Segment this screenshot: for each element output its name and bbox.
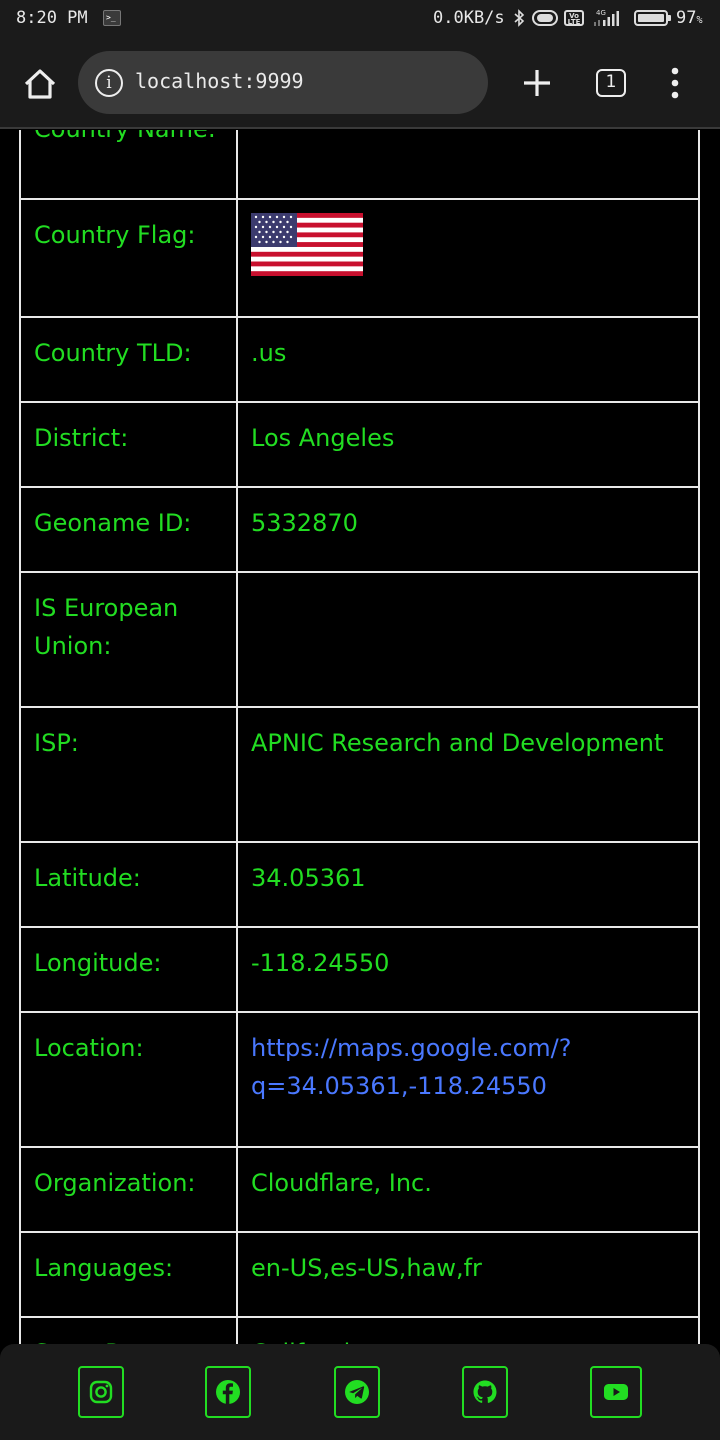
row-value: Los Angeles — [236, 401, 700, 488]
row-value: -118.24550 — [236, 926, 700, 1013]
table-row: Longitude: -118.24550 — [19, 926, 700, 1013]
row-value: en-US,es-US,haw,fr — [236, 1231, 700, 1318]
address-bar[interactable]: i localhost:9999 — [78, 51, 488, 114]
status-time: 8:20 PM — [16, 8, 88, 28]
network-type-label: 4G — [596, 9, 606, 17]
row-label: Latitude: — [19, 841, 238, 928]
row-value: https://maps.google.com/?q=34.05361,-118… — [236, 1011, 700, 1148]
row-value — [236, 130, 700, 200]
row-label: Languages: — [19, 1231, 238, 1318]
table-row: ISP: APNIC Research and Development — [19, 706, 700, 843]
row-value: APNIC Research and Development — [236, 706, 700, 843]
row-label: Country TLD: — [19, 316, 238, 403]
row-label: IS European Union: — [19, 571, 238, 708]
youtube-button[interactable] — [590, 1366, 642, 1418]
info-icon[interactable]: i — [95, 69, 123, 97]
network-speed: 0.0KB/s — [433, 8, 505, 28]
table-row: Country Flag: — [19, 198, 700, 318]
bluetooth-icon — [514, 9, 525, 27]
data-saver-icon — [532, 10, 558, 26]
us-flag-image — [251, 213, 363, 276]
tab-switcher-button[interactable]: 1 — [596, 69, 626, 97]
table-row: Location: https://maps.google.com/?q=34.… — [19, 1011, 700, 1148]
google-maps-link[interactable]: https://maps.google.com/?q=34.05361,-118… — [251, 1034, 571, 1100]
telegram-button[interactable] — [334, 1366, 380, 1418]
row-label: Geoname ID: — [19, 486, 238, 573]
row-label: Organization: — [19, 1146, 238, 1233]
table-row: District: Los Angeles — [19, 401, 700, 488]
table-row: Languages: en-US,es-US,haw,fr — [19, 1231, 700, 1318]
row-label: District: — [19, 401, 238, 488]
table-row: Country TLD: .us — [19, 316, 700, 403]
url-text[interactable]: localhost:9999 — [135, 69, 304, 93]
facebook-button[interactable] — [205, 1366, 251, 1418]
row-value — [236, 571, 700, 708]
row-value — [236, 198, 700, 318]
table-row: Latitude: 34.05361 — [19, 841, 700, 928]
table-row: Organization: Cloudflare, Inc. — [19, 1146, 700, 1233]
row-label: Country Name: — [19, 130, 238, 200]
status-bar: 8:20 PM >_ 0.0KB/s Vo LTE 4G 97% — [0, 0, 720, 38]
browser-toolbar: i localhost:9999 1 — [0, 38, 720, 129]
page-content: Country Name: Country Flag: — [0, 130, 720, 1344]
table-row: State Prov: California — [19, 1316, 700, 1344]
battery-icon — [634, 10, 671, 26]
volte-icon: Vo LTE — [564, 10, 584, 26]
home-icon[interactable] — [20, 64, 60, 104]
row-value: 5332870 — [236, 486, 700, 573]
row-label: ISP: — [19, 706, 238, 843]
row-value: Cloudflare, Inc. — [236, 1146, 700, 1233]
social-footer — [0, 1344, 720, 1440]
row-value: 34.05361 — [236, 841, 700, 928]
ip-info-table: Country Name: Country Flag: — [19, 130, 700, 1344]
instagram-icon — [89, 1380, 113, 1404]
table-row: IS European Union: — [19, 571, 700, 708]
facebook-icon — [216, 1380, 240, 1404]
youtube-icon — [604, 1384, 628, 1400]
signal-icon: 4G — [594, 9, 619, 26]
row-value: California — [236, 1316, 700, 1344]
row-value: .us — [236, 316, 700, 403]
row-label: State Prov: — [19, 1316, 238, 1344]
battery-level: 97% — [676, 8, 703, 28]
row-label: Longitude: — [19, 926, 238, 1013]
github-icon — [473, 1380, 497, 1403]
terminal-notification-icon: >_ — [103, 10, 121, 26]
more-menu-icon[interactable] — [664, 66, 686, 100]
instagram-button[interactable] — [78, 1366, 124, 1418]
table-row: Country Name: — [19, 130, 700, 200]
row-label: Country Flag: — [19, 198, 238, 318]
github-button[interactable] — [462, 1366, 508, 1418]
table-row: Geoname ID: 5332870 — [19, 486, 700, 573]
row-label: Location: — [19, 1011, 238, 1148]
new-tab-icon[interactable] — [520, 66, 554, 100]
telegram-icon — [345, 1380, 369, 1404]
